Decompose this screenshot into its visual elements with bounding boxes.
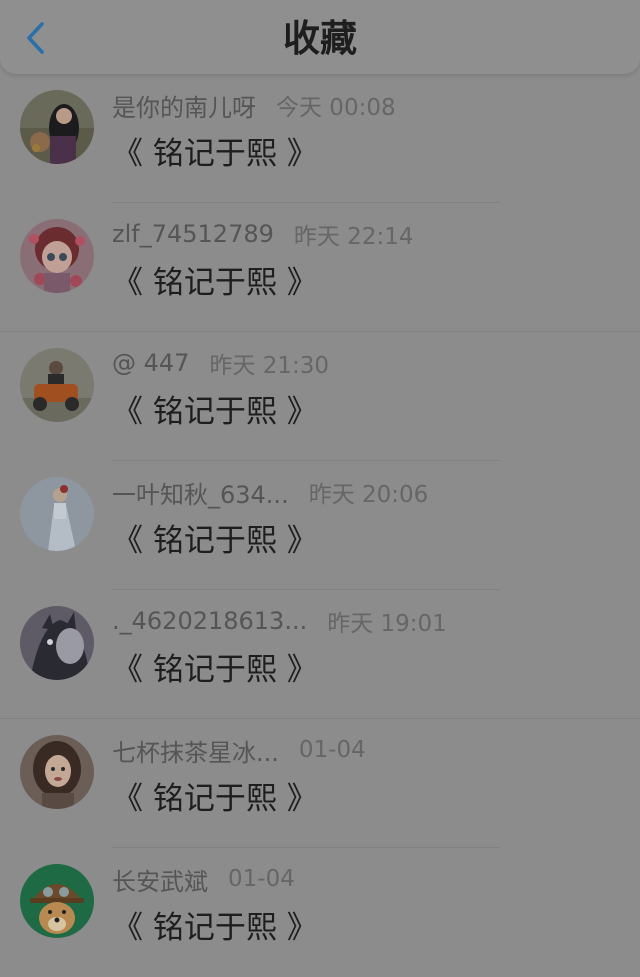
avatar[interactable] [20,735,94,809]
username[interactable]: 长安武斌 [112,862,208,897]
list-item[interactable]: ._4620218613... 昨天 19:01 《 铭记于熙 》 [0,590,640,719]
item-content[interactable]: 《 铭记于熙 》 [112,773,318,818]
top-bar: 收藏 [0,0,640,74]
item-content[interactable]: 《 铭记于熙 》 [112,902,318,947]
username[interactable]: 七杯抹茶星冰... [112,733,279,768]
item-meta: ._4620218613... 昨天 19:01 [112,602,447,640]
list-item[interactable]: 是你的南儿呀 今天 00:08 《 铭记于熙 》 [0,74,640,203]
avatar-doge-icon [20,864,94,938]
item-meta: 七杯抹茶星冰... 01-04 [112,731,366,769]
list-item[interactable]: 一叶知秋_634... 昨天 20:06 《 铭记于熙 》 [0,461,640,590]
item-meta: 是你的南儿呀 今天 00:08 [112,86,396,124]
list-item[interactable]: 七杯抹茶星冰... 01-04 《 铭记于熙 》 [0,719,640,848]
item-meta: zlf_74512789 昨天 22:14 [112,215,413,253]
avatar[interactable] [20,219,94,293]
avatar-white-dress-icon [20,477,94,551]
list-item[interactable]: zlf_74512789 昨天 22:14 《 铭记于熙 》 [0,203,640,332]
avatar[interactable] [20,864,94,938]
username[interactable]: @ 447 [112,349,189,377]
list-item[interactable]: 长安武斌 01-04 《 铭记于熙 》 [0,848,640,977]
avatar-cat-icon [20,606,94,680]
item-meta: 长安武斌 01-04 [112,860,295,898]
avatar-anime-girl-icon [20,219,94,293]
item-content[interactable]: 《 铭记于熙 》 [112,644,318,689]
timestamp: 昨天 19:01 [327,611,447,637]
timestamp: 昨天 20:06 [308,482,429,508]
username[interactable]: zlf_74512789 [112,220,274,248]
username[interactable]: ._4620218613... [112,607,307,635]
page-title: 收藏 [283,17,357,60]
avatar-drawn-girl-icon [20,735,94,809]
favorites-list: 是你的南儿呀 今天 00:08 《 铭记于熙 》 zlf_74512789 昨天… [0,74,640,977]
item-meta: 一叶知秋_634... 昨天 20:06 [112,473,428,511]
item-content[interactable]: 《 铭记于熙 》 [112,386,318,431]
list-item[interactable]: @ 447 昨天 21:30 《 铭记于熙 》 [0,332,640,461]
timestamp: 昨天 22:14 [293,224,414,250]
item-content[interactable]: 《 铭记于熙 》 [112,515,318,560]
item-content[interactable]: 《 铭记于熙 》 [112,257,318,302]
timestamp: 昨天 21:30 [209,353,330,379]
item-content[interactable]: 《 铭记于熙 》 [112,128,318,173]
avatar-motorcycle-icon [20,348,94,422]
avatar[interactable] [20,477,94,551]
timestamp: 01-04 [228,866,295,892]
username[interactable]: 是你的南儿呀 [112,88,256,123]
username[interactable]: 一叶知秋_634... [112,475,289,510]
item-meta: @ 447 昨天 21:30 [112,344,329,382]
timestamp: 今天 00:08 [276,95,396,121]
timestamp: 01-04 [298,737,366,763]
avatar-girl-photo-icon [20,90,94,164]
avatar[interactable] [20,348,94,422]
avatar[interactable] [20,90,94,164]
avatar[interactable] [20,606,94,680]
